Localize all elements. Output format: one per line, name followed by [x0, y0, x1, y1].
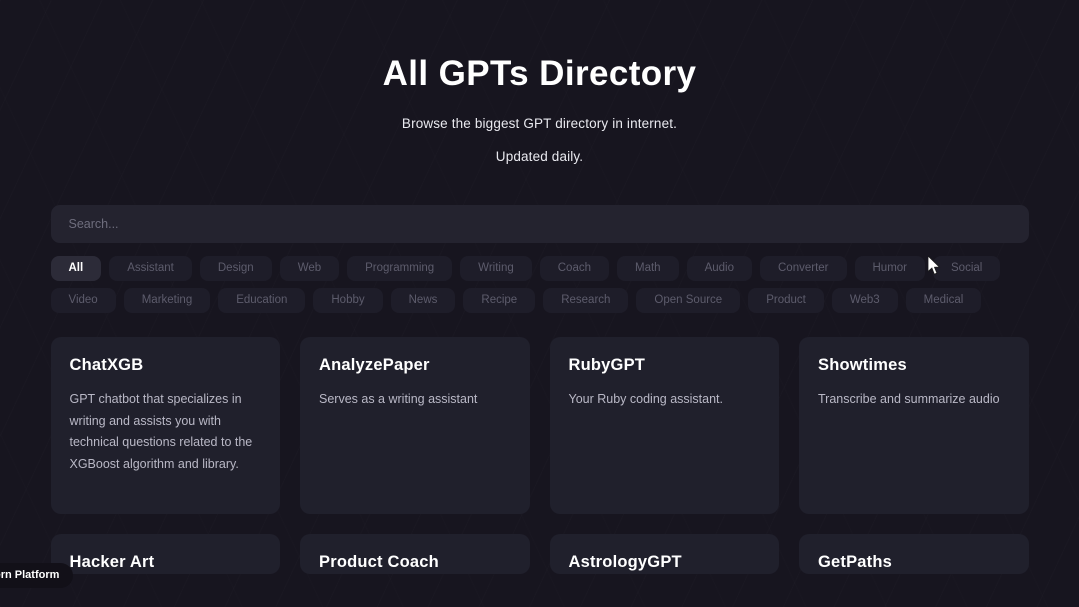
filter-chip-hobby[interactable]: Hobby	[313, 288, 382, 313]
hero-section: All GPTs Directory Browse the biggest GP…	[0, 0, 1079, 164]
filter-chip-social[interactable]: Social	[933, 256, 1000, 281]
gpt-card[interactable]: Showtimes Transcribe and summarize audio	[799, 337, 1029, 514]
filter-chip-converter[interactable]: Converter	[760, 256, 847, 281]
filter-chip-education[interactable]: Education	[218, 288, 305, 313]
gpt-card-title: Showtimes	[818, 356, 1010, 375]
gpt-card-description: Transcribe and summarize audio	[818, 389, 1010, 411]
filter-chip-assistant[interactable]: Assistant	[109, 256, 192, 281]
filter-chip-design[interactable]: Design	[200, 256, 272, 281]
filter-chip-audio[interactable]: Audio	[687, 256, 752, 281]
gpt-directory-page: All GPTs Directory Browse the biggest GP…	[0, 0, 1079, 607]
filter-chip-all[interactable]: All	[51, 256, 102, 281]
gpt-card-description: Serves as a writing assistant	[319, 389, 511, 411]
search-input[interactable]	[51, 205, 1029, 243]
gpt-card-title: Product Coach	[319, 553, 511, 572]
main-content: All Assistant Design Web Programming Writing C…	[51, 205, 1029, 574]
filter-chip-programming[interactable]: Programming	[347, 256, 452, 281]
filter-chip-video[interactable]: Video	[51, 288, 116, 313]
gpt-card-description: Your Ruby coding assistant.	[569, 389, 761, 411]
hero-subtitle: Browse the biggest GPT directory in inte…	[0, 116, 1079, 131]
filter-chip-marketing[interactable]: Marketing	[124, 288, 211, 313]
filter-chip-web3[interactable]: Web3	[832, 288, 898, 313]
filter-chip-research[interactable]: Research	[543, 288, 628, 313]
filter-chip-writing[interactable]: Writing	[460, 256, 532, 281]
gpt-card-grid-row-2: Hacker Art Product Coach AstrologyGPT GetPa…	[51, 534, 1029, 574]
platform-badge[interactable]: Modern Platform	[0, 563, 73, 588]
gpt-card-title: Hacker Art	[70, 553, 262, 572]
gpt-card-title: GetPaths	[818, 553, 1010, 572]
search-bar	[51, 205, 1029, 243]
gpt-card[interactable]: GetPaths	[799, 534, 1029, 574]
filter-chip-coach[interactable]: Coach	[540, 256, 609, 281]
gpt-card[interactable]: Hacker Art	[51, 534, 281, 574]
gpt-card-description: GPT chatbot that specializes in writing …	[70, 389, 262, 475]
gpt-card[interactable]: Product Coach	[300, 534, 530, 574]
gpt-card[interactable]: AstrologyGPT	[550, 534, 780, 574]
filter-chip-math[interactable]: Math	[617, 256, 679, 281]
gpt-card-title: AnalyzePaper	[319, 356, 511, 375]
gpt-card-title: ChatXGB	[70, 356, 262, 375]
gpt-card[interactable]: RubyGPT Your Ruby coding assistant.	[550, 337, 780, 514]
gpt-card[interactable]: AnalyzePaper Serves as a writing assistan…	[300, 337, 530, 514]
category-filter-list: All Assistant Design Web Programming Writing C…	[51, 256, 1029, 313]
gpt-card-grid: ChatXGB GPT chatbot that specializes in w…	[51, 337, 1029, 514]
filter-chip-medical[interactable]: Medical	[906, 288, 982, 313]
filter-chip-news[interactable]: News	[391, 288, 456, 313]
filter-chip-web[interactable]: Web	[280, 256, 339, 281]
filter-chip-humor[interactable]: Humor	[855, 256, 926, 281]
filter-chip-product[interactable]: Product	[748, 288, 824, 313]
page-title: All GPTs Directory	[0, 54, 1079, 94]
filter-chip-open-source[interactable]: Open Source	[636, 288, 740, 313]
hero-subtitle-secondary: Updated daily.	[0, 149, 1079, 164]
gpt-card-title: RubyGPT	[569, 356, 761, 375]
filter-chip-recipe[interactable]: Recipe	[463, 288, 535, 313]
gpt-card-title: AstrologyGPT	[569, 553, 761, 572]
gpt-card[interactable]: ChatXGB GPT chatbot that specializes in w…	[51, 337, 281, 514]
